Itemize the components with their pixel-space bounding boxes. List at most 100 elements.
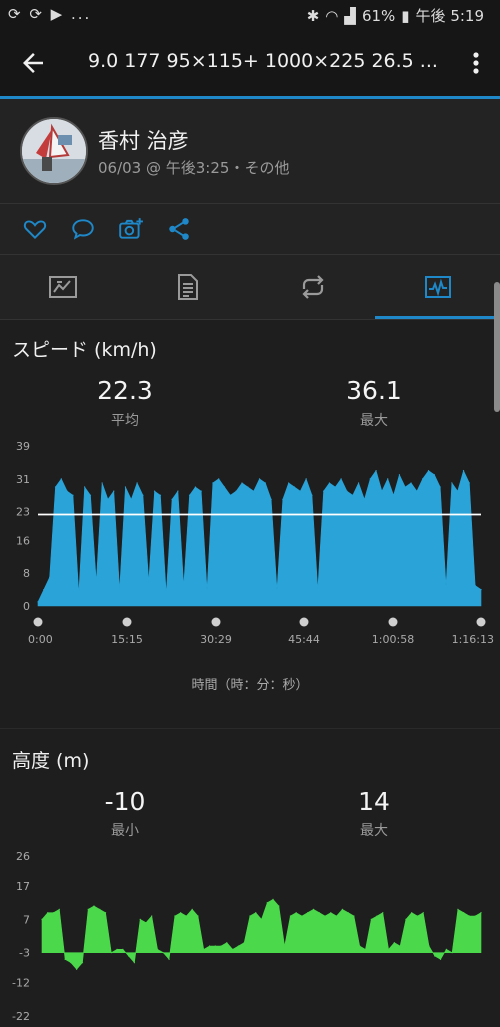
max-elevation-label: 最大 [360, 823, 388, 839]
data-point [284, 945, 286, 947]
data-point [295, 912, 297, 914]
data-point [203, 948, 205, 950]
data-point [422, 912, 424, 914]
data-point [272, 898, 274, 900]
y-tick-label: 23 [16, 506, 30, 519]
more-options-icon[interactable] [466, 48, 486, 78]
x-tick-dot [33, 617, 43, 627]
data-point [340, 478, 342, 480]
data-point [208, 945, 211, 947]
data-point [151, 915, 153, 917]
comment-icon[interactable] [70, 216, 96, 242]
app-bar: 9.0 177 95×115+ 1000×225 26.5 ... [0, 30, 500, 96]
data-point [363, 498, 366, 500]
data-point [387, 478, 389, 480]
data-point [220, 945, 222, 947]
data-point [241, 482, 243, 484]
tab-charts[interactable] [375, 255, 500, 319]
data-point [410, 482, 412, 484]
data-point [335, 915, 338, 917]
data-point [136, 482, 138, 484]
document-list-icon [177, 274, 198, 300]
add-photo-icon[interactable] [118, 216, 144, 242]
data-point [433, 474, 435, 476]
data-point [428, 945, 430, 947]
data-point [214, 945, 216, 947]
y-tick-label: 7 [23, 913, 30, 926]
y-tick-label: 17 [16, 880, 30, 893]
data-point [156, 948, 159, 950]
data-point [110, 952, 112, 954]
data-point [89, 494, 92, 496]
data-point [78, 593, 80, 595]
data-point [312, 908, 315, 910]
avg-speed-value: 22.3 [97, 376, 153, 405]
data-point [43, 588, 45, 591]
data-point [183, 584, 185, 587]
data-point [324, 915, 326, 917]
data-point [235, 490, 237, 492]
data-point [463, 912, 465, 914]
tab-laps[interactable] [250, 255, 375, 319]
max-speed-value: 36.1 [346, 376, 402, 405]
back-arrow-icon[interactable] [18, 48, 48, 78]
y-tick-label: 39 [16, 440, 30, 453]
data-point [177, 490, 179, 492]
data-point [72, 494, 74, 496]
data-point [375, 470, 377, 472]
data-point [468, 482, 470, 484]
activity-tabs [0, 255, 500, 319]
avg-speed-label: 平均 [111, 413, 139, 429]
data-point [95, 580, 97, 582]
data-point [317, 588, 319, 591]
divider [0, 319, 500, 320]
battery-percent: 61% [361, 6, 396, 25]
wifi-icon: ◠ [325, 6, 339, 25]
data-point [119, 588, 121, 591]
y-tick-label: -22 [12, 1010, 30, 1023]
activity-title: 9.0 177 95×115+ 1000×225 26.5 ... [88, 50, 438, 72]
x-tick-dot [476, 617, 486, 627]
data-point [318, 912, 320, 914]
x-tick-label: 1:16:13 [452, 633, 494, 646]
chart-pulse-icon [424, 276, 451, 298]
data-point [37, 601, 39, 603]
data-point [148, 580, 150, 582]
data-point [188, 494, 191, 496]
data-point [249, 915, 251, 917]
avatar[interactable] [20, 117, 88, 185]
like-heart-icon[interactable] [22, 216, 48, 242]
data-point [200, 490, 202, 492]
data-point [289, 915, 291, 917]
data-point [264, 482, 266, 484]
tab-overview[interactable] [0, 255, 125, 319]
speed-chart[interactable]: 39 31 23 16 8 0 0:00 15:15 30:29 45:44 1:00:58 1:16… [0, 436, 500, 646]
x-tick-dot [211, 617, 221, 627]
data-point [87, 908, 89, 910]
share-icon[interactable] [166, 216, 192, 242]
data-point [185, 915, 188, 917]
data-point [128, 955, 130, 957]
data-point [445, 584, 447, 587]
data-point [411, 912, 413, 914]
data-point [462, 470, 465, 472]
data-point [162, 952, 164, 954]
data-point [364, 948, 367, 950]
elevation-chart[interactable]: 26 17 7 -3 -12 -22 [0, 846, 500, 1026]
data-point [247, 486, 249, 488]
data-point [369, 478, 371, 480]
data-point [218, 478, 220, 480]
x-tick-label: 15:15 [111, 633, 143, 646]
data-point [99, 908, 101, 910]
data-point [54, 486, 57, 488]
scrollbar[interactable] [494, 282, 500, 412]
status-bar: ⟳ ⟳ ▶ ... ✱ ◠ ▟ 61% ▮ 午後 5:19 [0, 0, 500, 30]
data-point [266, 902, 268, 904]
tab-stats[interactable] [125, 255, 250, 319]
speed-chart-title: スピード (km/h) [12, 339, 157, 361]
data-point [122, 948, 124, 950]
user-name[interactable]: 香村 治彦 [98, 125, 189, 155]
data-point [237, 945, 239, 947]
data-point [104, 912, 107, 914]
elevation-chart-title: 高度 (m) [12, 750, 90, 772]
